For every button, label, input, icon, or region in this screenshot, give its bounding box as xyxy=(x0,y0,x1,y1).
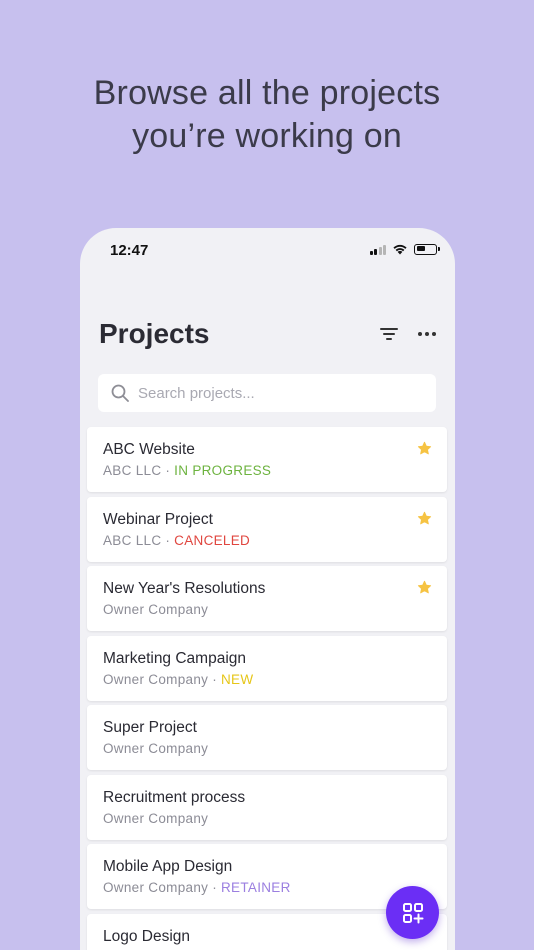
project-company: Owner Company xyxy=(103,602,209,617)
project-name: New Year's Resolutions xyxy=(103,580,266,597)
project-name: Marketing Campaign xyxy=(103,649,247,667)
project-status: CANCELED xyxy=(174,532,251,548)
project-meta: ABC LLC · IN PROGRESS xyxy=(103,463,431,479)
project-status: RETAINER xyxy=(221,880,291,895)
search-input[interactable] xyxy=(138,384,418,402)
project-name: Super Project xyxy=(103,719,197,736)
project-name: Recruitment process xyxy=(103,788,246,806)
search-bar[interactable] xyxy=(98,374,436,412)
meta-separator: · xyxy=(165,532,171,548)
project-meta: Owner Company xyxy=(103,811,431,827)
project-name: Webinar Project xyxy=(103,510,213,528)
phone-frame: 12:47 Projects ABC WebsiteABC L xyxy=(80,228,455,950)
add-project-button[interactable] xyxy=(386,886,439,939)
project-card[interactable]: Marketing Campaign Owner Company · NEW xyxy=(87,635,447,701)
status-time: 12:47 xyxy=(110,242,149,259)
meta-separator: · xyxy=(212,671,217,687)
project-status: NEW xyxy=(221,671,254,687)
more-icon[interactable] xyxy=(416,323,438,345)
project-company: Owner Company xyxy=(103,880,209,895)
project-name: Mobile App Design xyxy=(103,858,233,875)
project-name: Logo Design xyxy=(103,927,191,945)
meta-separator: · xyxy=(165,463,171,478)
status-icons xyxy=(369,243,440,255)
page-title: Projects xyxy=(99,318,210,349)
search-icon xyxy=(111,384,129,402)
project-card[interactable]: Webinar Project ABC LLC · CANCELED xyxy=(87,496,447,562)
meta-separator: · xyxy=(212,880,217,895)
promo-line-1: Browse all the projects xyxy=(93,74,441,112)
battery-icon xyxy=(414,243,440,255)
project-card[interactable]: Recruitment process Owner Company xyxy=(87,774,447,840)
project-company: Owner Company xyxy=(103,741,209,756)
project-list: ABC Website ABC LLC · IN PROGRESS Webinar Pr… xyxy=(87,427,447,950)
project-card[interactable]: ABC Website ABC LLC · IN PROGRESS xyxy=(87,427,447,492)
project-meta: ABC LLC · CANCELED xyxy=(103,533,431,549)
project-meta: Owner Company xyxy=(103,741,431,757)
project-card[interactable]: Super Project Owner Company xyxy=(87,705,447,770)
cellular-signal-icon xyxy=(369,244,386,255)
wifi-icon xyxy=(393,244,407,255)
status-bar: 12:47 xyxy=(80,228,455,274)
star-icon[interactable] xyxy=(417,441,432,456)
add-grid-icon xyxy=(402,902,423,923)
project-card[interactable]: New Year's Resolutions Owner Company xyxy=(87,566,447,631)
promo-headline: Browse all the projects you’re working o… xyxy=(0,72,534,158)
project-meta: Owner Company xyxy=(103,602,431,618)
project-company: ABC LLC xyxy=(103,463,162,478)
project-meta: Owner Company · NEW xyxy=(103,672,431,688)
filter-icon[interactable] xyxy=(378,323,400,345)
project-company: ABC LLC xyxy=(103,532,162,548)
star-icon[interactable] xyxy=(417,511,432,526)
star-icon[interactable] xyxy=(417,580,432,595)
project-company: Owner Company xyxy=(103,810,209,826)
project-name: ABC Website xyxy=(103,441,195,458)
project-meta: Owner Company · RETAINER xyxy=(103,880,431,896)
promo-line-2: you’re working on xyxy=(132,117,402,155)
project-status: IN PROGRESS xyxy=(174,463,272,478)
project-company: Owner Company xyxy=(103,671,209,687)
